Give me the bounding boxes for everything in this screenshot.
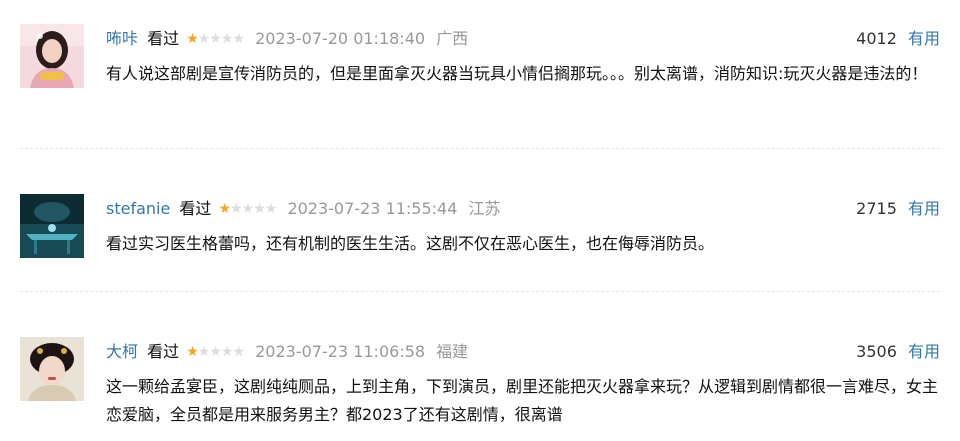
star-empty-icon: ★ bbox=[232, 31, 245, 47]
comment-meta: 咘咔 看过 ★★★★★ 2023-07-20 01:18:40 广西 bbox=[106, 28, 468, 50]
useful-button[interactable]: 有用 bbox=[908, 29, 940, 48]
star-empty-icon: ★ bbox=[230, 201, 243, 217]
username-link[interactable]: 大柯 bbox=[106, 342, 138, 361]
rating-stars: ★★★★★ bbox=[186, 28, 245, 50]
avatar-image bbox=[20, 24, 84, 88]
star-filled-icon: ★ bbox=[186, 344, 199, 360]
star-empty-icon: ★ bbox=[232, 344, 245, 360]
star-empty-icon: ★ bbox=[197, 344, 211, 360]
star-filled-icon: ★ bbox=[186, 31, 199, 47]
comment-content: 有人说这部剧是宣传消防员的，但是里面拿灭火器当玩具小情侣搁那玩。。。别太离谱，消… bbox=[106, 64, 928, 83]
useful-button[interactable]: 有用 bbox=[908, 342, 940, 361]
watch-status: 看过 bbox=[147, 29, 180, 48]
comment-region: 广西 bbox=[436, 29, 469, 48]
vote-count: 4012 bbox=[856, 29, 897, 48]
username-link[interactable]: 咘咔 bbox=[106, 29, 138, 48]
comment-time: 2023-07-20 01:18:40 bbox=[255, 29, 426, 48]
vote-count: 2715 bbox=[856, 199, 897, 218]
comment-content: 这一颗给孟宴臣，这剧纯纯厕品，上到主角，下到演员，剧里还能把灭火器拿来玩？从逻辑… bbox=[106, 377, 939, 424]
comment-region: 福建 bbox=[436, 342, 469, 361]
comment-content: 看过实习医生格蕾吗，还有机制的医生生活。这剧不仅在恶心医生，也在侮辱消防员。 bbox=[106, 234, 715, 253]
vote-count: 3506 bbox=[856, 342, 897, 361]
avatar-image bbox=[20, 194, 84, 258]
avatar[interactable] bbox=[20, 194, 84, 258]
comment-time: 2023-07-23 11:06:58 bbox=[255, 342, 426, 361]
watch-status: 看过 bbox=[147, 342, 180, 361]
rating-stars: ★★★★★ bbox=[186, 341, 245, 363]
watch-status: 看过 bbox=[179, 199, 212, 218]
star-empty-icon: ★ bbox=[241, 201, 255, 217]
comment-region: 江苏 bbox=[468, 199, 501, 218]
comment-meta: 大柯 看过 ★★★★★ 2023-07-23 11:06:58 福建 bbox=[106, 341, 468, 363]
vote-area: 3506 有用 bbox=[856, 341, 940, 363]
star-empty-icon: ★ bbox=[220, 31, 234, 47]
vote-area: 2715 有用 bbox=[856, 198, 940, 220]
star-empty-icon: ★ bbox=[209, 344, 222, 360]
divider bbox=[20, 291, 940, 292]
avatar-image bbox=[20, 337, 84, 401]
comment-time: 2023-07-23 11:55:44 bbox=[287, 199, 458, 218]
comment-meta: stefanie 看过 ★★★★★ 2023-07-23 11:55:44 江苏 bbox=[106, 198, 500, 220]
star-empty-icon: ★ bbox=[209, 31, 222, 47]
star-empty-icon: ★ bbox=[197, 31, 211, 47]
vote-area: 4012 有用 bbox=[856, 28, 940, 50]
avatar[interactable] bbox=[20, 24, 84, 88]
rating-stars: ★★★★★ bbox=[218, 198, 278, 220]
useful-button[interactable]: 有用 bbox=[908, 199, 940, 218]
divider bbox=[20, 148, 940, 149]
star-empty-icon: ★ bbox=[253, 201, 266, 217]
star-empty-icon: ★ bbox=[264, 201, 278, 217]
username-link[interactable]: stefanie bbox=[106, 199, 170, 218]
star-filled-icon: ★ bbox=[218, 201, 232, 217]
avatar[interactable] bbox=[20, 337, 84, 401]
star-empty-icon: ★ bbox=[220, 344, 234, 360]
